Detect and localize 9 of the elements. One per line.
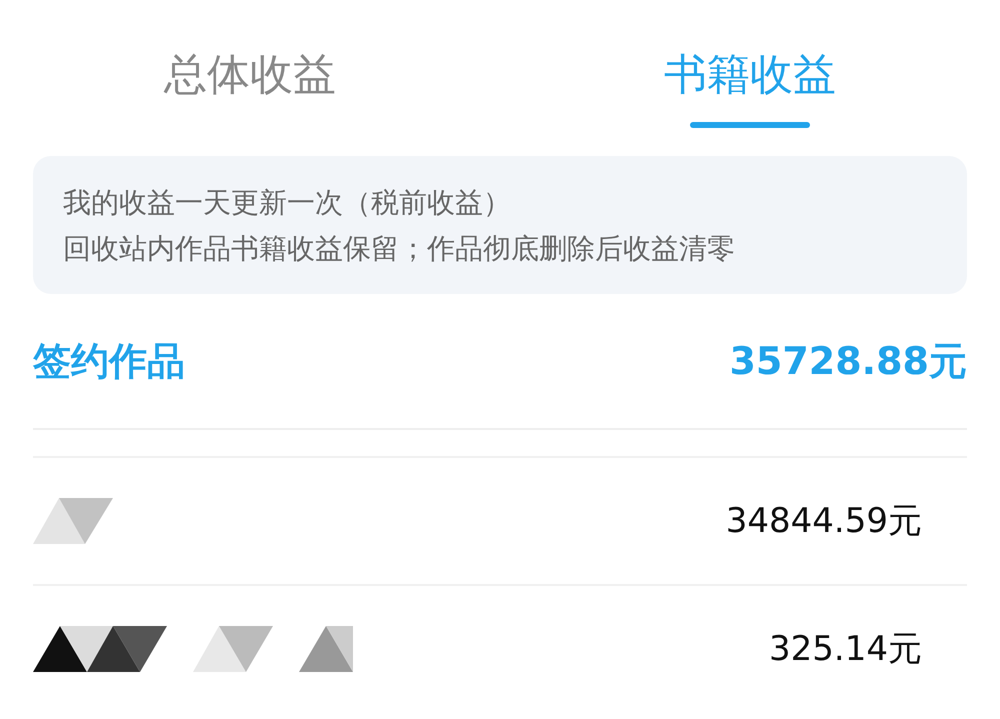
notice-text: 回收站内作品书籍收益保留；作品彻底删除后收益清零	[63, 231, 736, 267]
book-row[interactable]: 325.14元	[33, 584, 967, 712]
book-amount: 34844.59元	[726, 500, 922, 543]
notice-text: 我的收益一天更新一次（税前收益）	[63, 185, 512, 221]
section-title: 签约作品	[33, 338, 185, 384]
book-amount: 325.14元	[769, 628, 922, 671]
book-row[interactable]: 34844.59元	[33, 456, 967, 584]
total-amount: 35728.88元	[729, 338, 967, 384]
tab[interactable]: 总体收益	[0, 0, 500, 140]
